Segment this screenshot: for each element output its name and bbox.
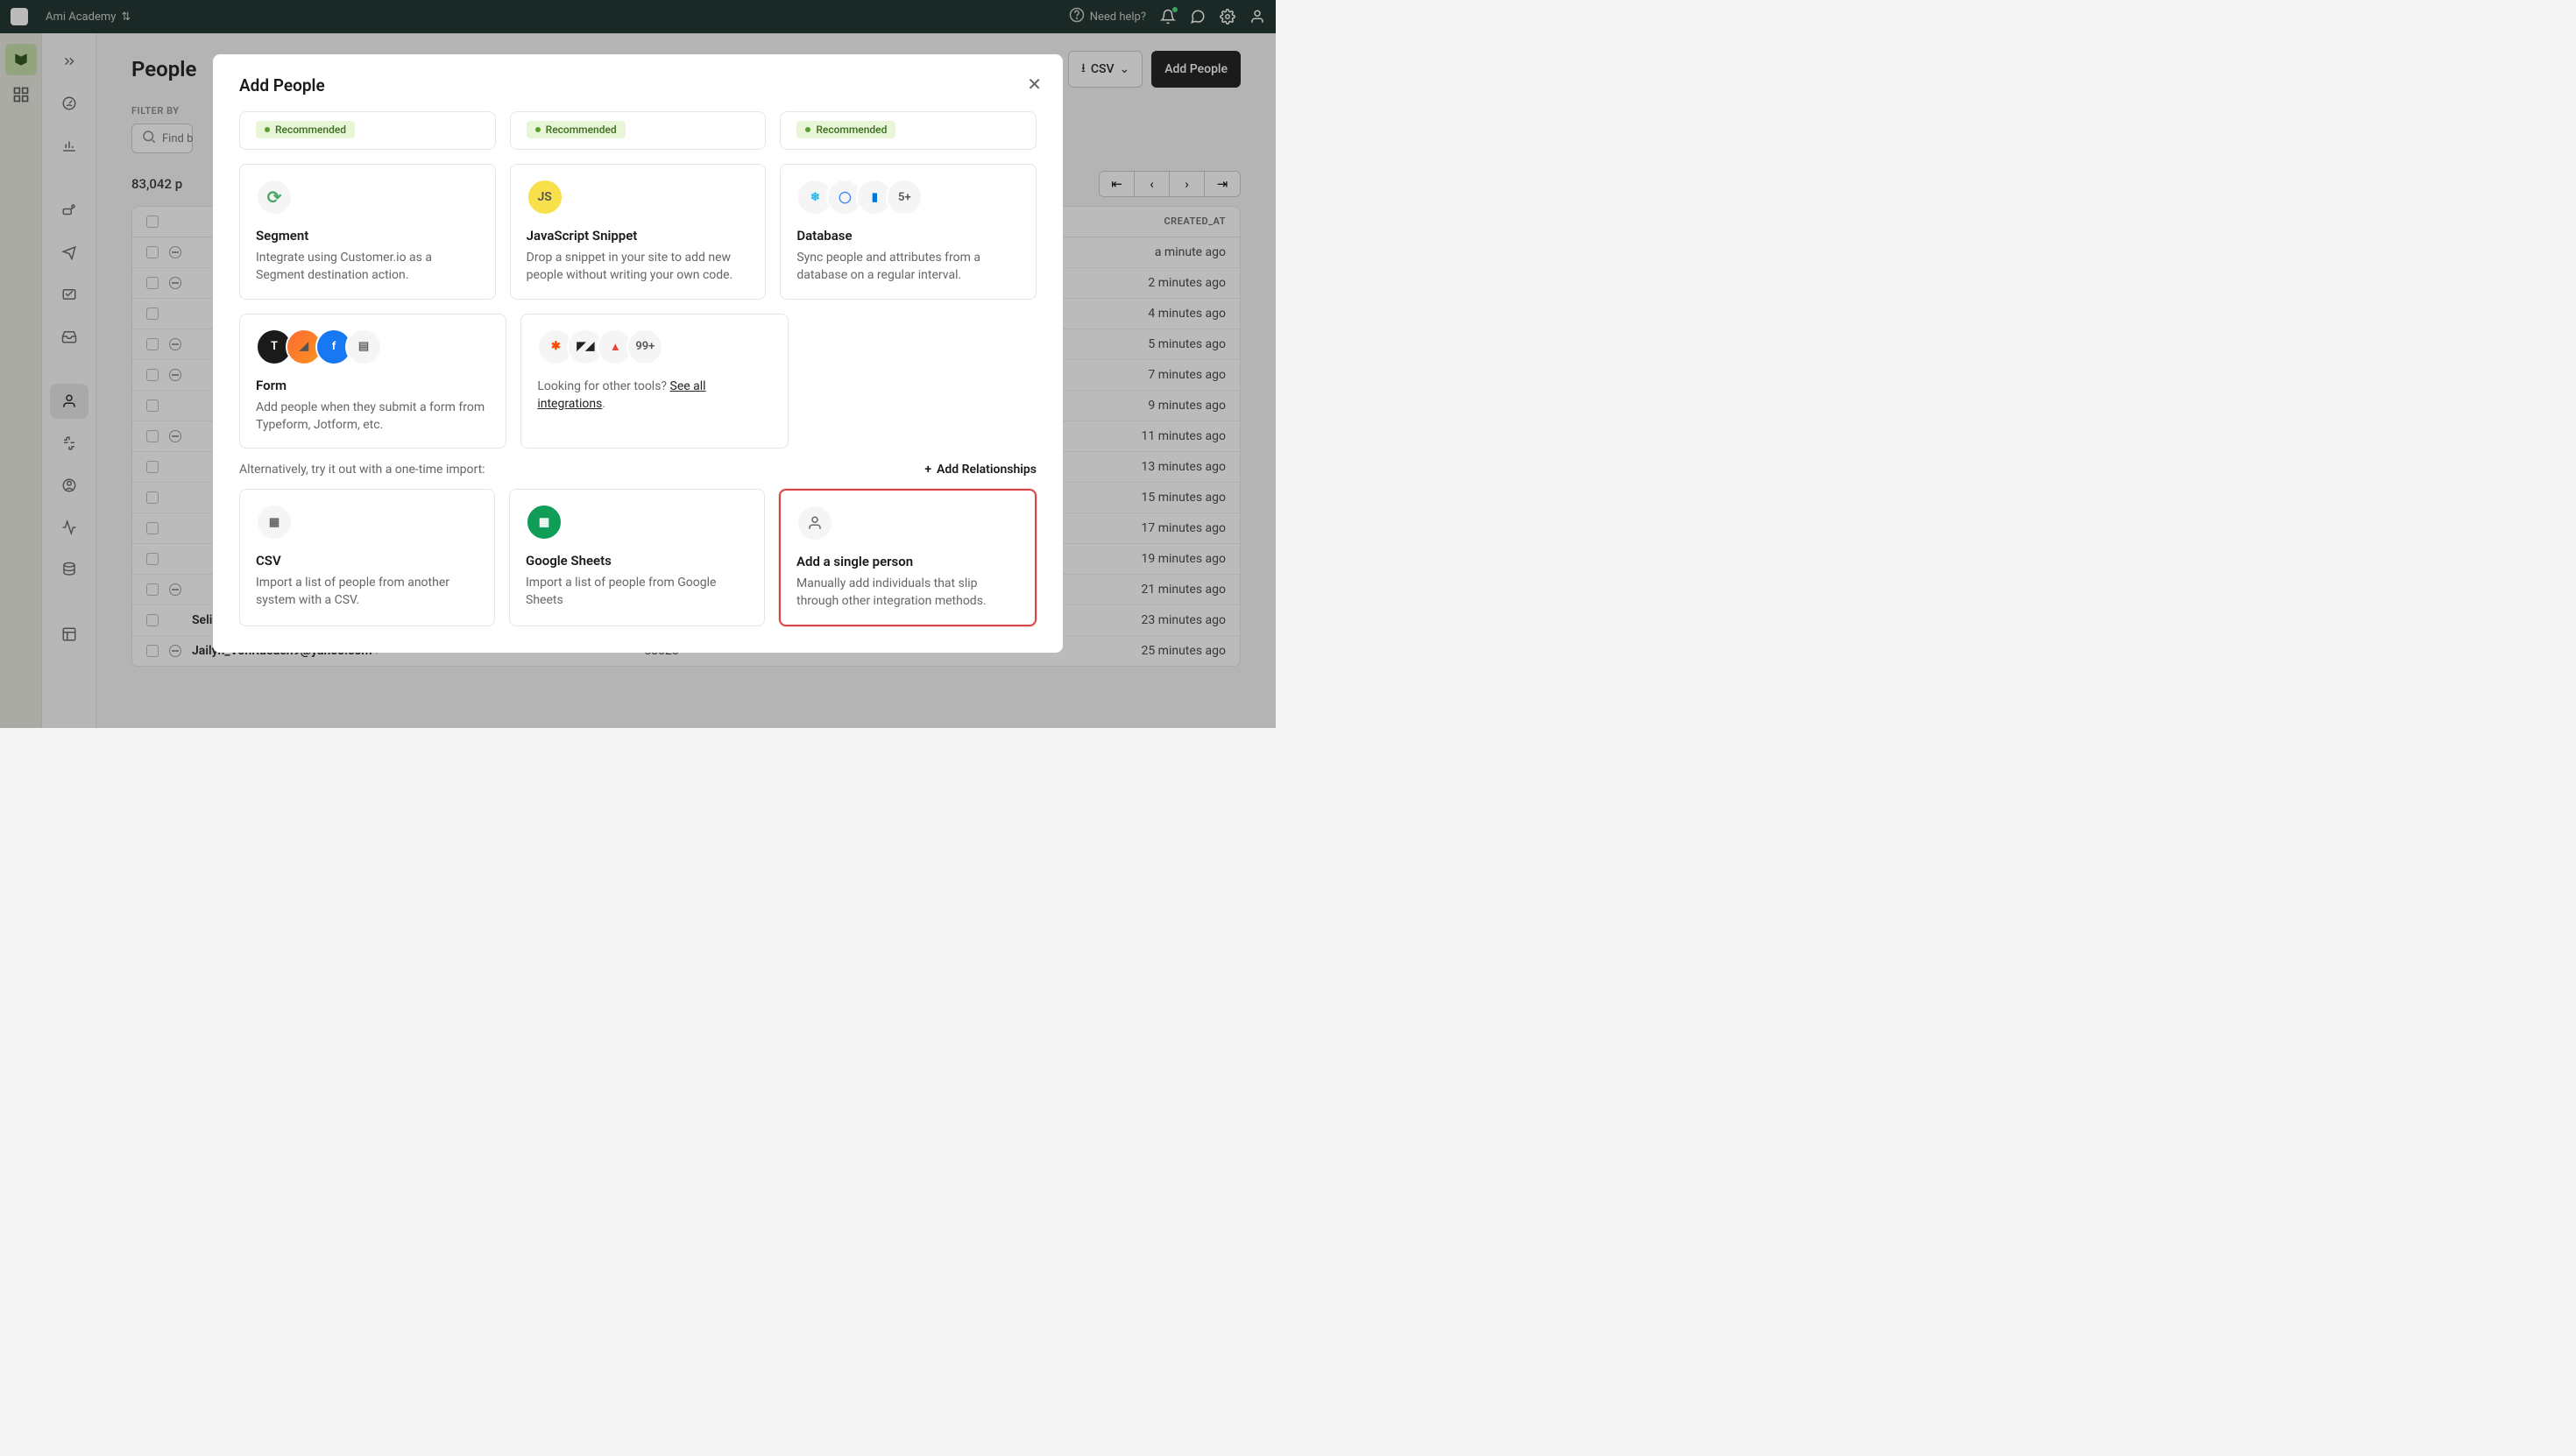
card-desc: Looking for other tools? See all integra… (537, 378, 771, 413)
card-desc: Import a list of people from Google Shee… (526, 574, 748, 610)
card-title: Add a single person (796, 554, 1019, 569)
alternative-label: Alternatively, try it out with a one-tim… (239, 463, 485, 477)
card-desc: Integrate using Customer.io as a Segment… (256, 249, 479, 285)
card-javascript[interactable]: JS JavaScript Snippet Drop a snippet in … (510, 164, 767, 300)
card-desc: Add people when they submit a form from … (256, 399, 490, 435)
card-title: Segment (256, 228, 479, 244)
recommended-badge: Recommended (527, 121, 626, 138)
card-google-sheets[interactable]: ▦ Google Sheets Import a list of people … (509, 489, 765, 626)
more-count: 5+ (886, 179, 923, 216)
more-count: 99+ (626, 329, 663, 365)
card-segment[interactable]: ⟳ Segment Integrate using Customer.io as… (239, 164, 496, 300)
add-people-modal: Add People ✕ Recommended Recommended Rec… (213, 54, 1063, 653)
modal-overlay[interactable]: Add People ✕ Recommended Recommended Rec… (0, 0, 1276, 728)
card-title: JavaScript Snippet (527, 228, 750, 244)
recommended-badge: Recommended (256, 121, 355, 138)
csv-icon: ▦ (256, 504, 293, 541)
card-desc: Drop a snippet in your site to add new p… (527, 249, 750, 285)
person-icon (796, 505, 833, 541)
card-database[interactable]: ❄ ◯ ▮ 5+ Database Sync people and attrib… (780, 164, 1037, 300)
card-other-tools[interactable]: ✱ ◤◢ ▲ 99+ Looking for other tools? See … (520, 314, 788, 449)
plus-icon: + (924, 463, 931, 477)
modal-title: Add People (239, 75, 1037, 95)
card-csv[interactable]: ▦ CSV Import a list of people from anoth… (239, 489, 495, 626)
card-desc: Sync people and attributes from a databa… (796, 249, 1020, 285)
card-title: CSV (256, 553, 478, 569)
google-sheets-icon: ▦ (526, 504, 563, 541)
card-title: Database (796, 228, 1020, 244)
segment-icon: ⟳ (256, 179, 293, 216)
card-add-single-person[interactable]: Add a single person Manually add individ… (779, 489, 1037, 626)
card-desc: Manually add individuals that slip throu… (796, 575, 1019, 611)
close-icon[interactable]: ✕ (1027, 74, 1042, 95)
card-title: Google Sheets (526, 553, 748, 569)
card-form[interactable]: T ◢ f ▤ Form Add people when they submit… (239, 314, 506, 449)
card-title: Form (256, 378, 490, 393)
add-relationships-button[interactable]: + Add Relationships (924, 463, 1037, 477)
javascript-icon: JS (527, 179, 563, 216)
card-desc: Import a list of people from another sys… (256, 574, 478, 610)
form-icon: ▤ (345, 329, 382, 365)
recommended-badge: Recommended (796, 121, 895, 138)
